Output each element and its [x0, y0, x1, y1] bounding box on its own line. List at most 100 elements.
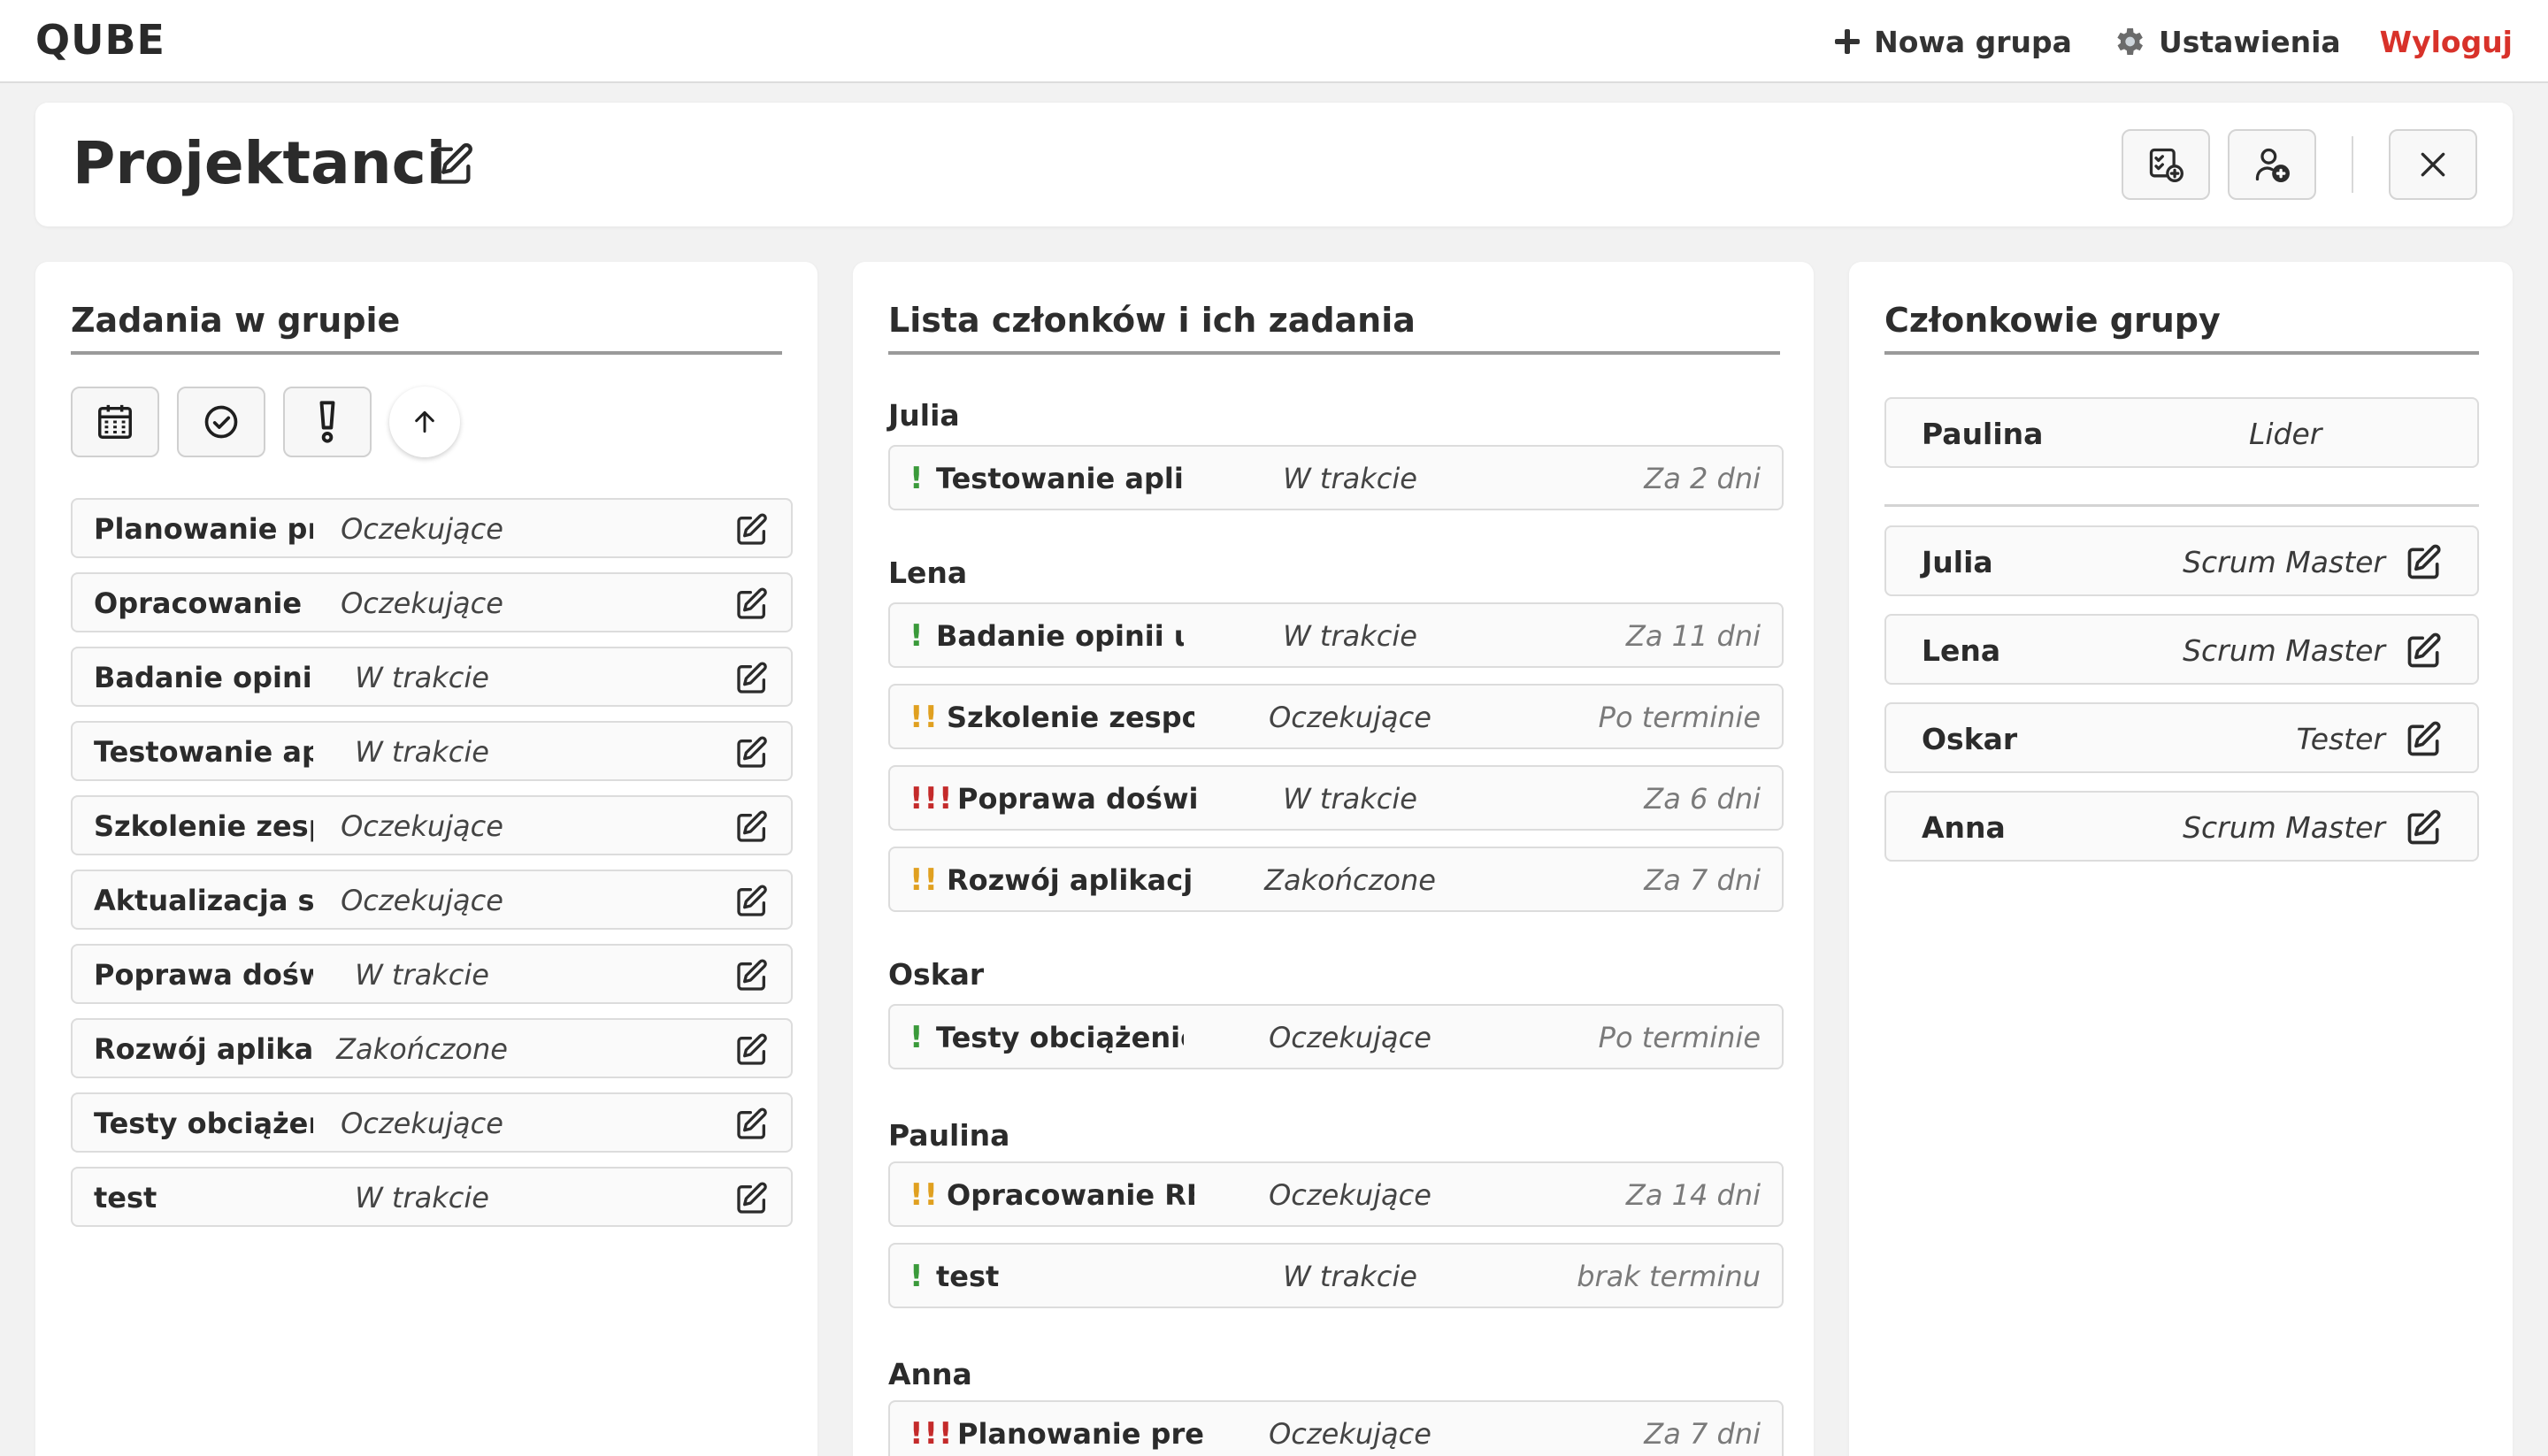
settings-button[interactable]: Ustawienia [2111, 24, 2341, 59]
tasks-panel-rule [71, 351, 782, 355]
priority-indicator: !! [909, 700, 940, 735]
edit-icon[interactable] [734, 735, 770, 770]
member-task-status: W trakcie [1283, 619, 1417, 653]
edit-icon[interactable] [734, 661, 770, 696]
member-tasks-panel-rule [888, 351, 1780, 355]
task-row[interactable]: Planowanie pr Oczekujące [71, 498, 793, 558]
task-status: Oczekujące [341, 512, 503, 546]
new-group-label: Nowa grupa [1874, 24, 2072, 59]
priority-indicator: ! [909, 618, 925, 654]
member-task-name: test [936, 1260, 1000, 1293]
member-name: Julia [888, 398, 960, 433]
group-member-role: Scrum Master [2183, 810, 2385, 845]
member-task-status: Oczekujące [1269, 701, 1431, 734]
member-task-row[interactable]: !!! Planowanie pre Oczekujące Za 7 dni [888, 1400, 1784, 1456]
leader-row[interactable]: Paulina Lider [1884, 397, 2479, 468]
member-name: Oskar [888, 957, 985, 992]
member-task-due: Za 2 dni [1644, 462, 1761, 495]
task-row[interactable]: test W trakcie [71, 1167, 793, 1227]
member-task-row[interactable]: !! Szkolenie zespoł Oczekujące Po terminie [888, 684, 1784, 749]
add-member-button[interactable] [2228, 129, 2316, 200]
member-task-row[interactable]: ! Badanie opinii uż W trakcie Za 11 dni [888, 602, 1784, 668]
edit-icon[interactable] [734, 586, 770, 622]
group-member-row[interactable]: Oskar Tester [1884, 702, 2479, 773]
tasks-panel-title: Zadania w grupie [71, 301, 401, 340]
edit-icon[interactable] [734, 1107, 770, 1142]
check-circle-icon [204, 405, 238, 439]
group-member-name: Anna [1922, 810, 2006, 845]
filter-date-button[interactable] [71, 387, 159, 457]
filter-priority-button[interactable] [283, 387, 372, 457]
group-member-row[interactable]: Julia Scrum Master [1884, 525, 2479, 596]
task-row[interactable]: Aktualizacja sy Oczekujące [71, 870, 793, 930]
task-row[interactable]: Szkolenie zesp Oczekujące [71, 795, 793, 855]
new-group-button[interactable]: Nowa grupa [1833, 25, 2072, 59]
group-member-row[interactable]: Lena Scrum Master [1884, 614, 2479, 685]
task-row[interactable]: Badanie opinii W trakcie [71, 647, 793, 707]
app-logo[interactable]: QUBE [35, 16, 165, 64]
task-name: Aktualizacja sy [94, 884, 313, 917]
leader-name: Paulina [1922, 417, 2044, 451]
member-task-row[interactable]: ! Testy obciążeniow Oczekujące Po terminie [888, 1004, 1784, 1069]
task-row[interactable]: Poprawa dośw W trakcie [71, 944, 793, 1004]
task-name: Testy obciążen [94, 1107, 313, 1140]
member-task-status: Oczekujące [1269, 1021, 1431, 1054]
priority-indicator: !! [909, 862, 940, 898]
task-status: W trakcie [355, 958, 489, 992]
member-task-status: W trakcie [1283, 1260, 1417, 1293]
member-task-due: Za 6 dni [1644, 782, 1761, 816]
edit-icon[interactable] [2405, 632, 2444, 671]
member-task-row[interactable]: !! Opracowanie RE Oczekujące Za 14 dni [888, 1161, 1784, 1227]
members-divider [1884, 504, 2479, 507]
group-header: Projektanci [35, 103, 2513, 226]
member-task-name: Badanie opinii uż [936, 619, 1184, 653]
task-status: W trakcie [355, 735, 489, 769]
member-task-row[interactable]: ! test W trakcie brak terminu [888, 1243, 1784, 1308]
task-status: Zakończone [336, 1032, 508, 1066]
member-task-row[interactable]: !! Rozwój aplikacji Zakończone Za 7 dni [888, 847, 1784, 912]
group-member-role: Tester [2296, 722, 2385, 756]
group-title: Projektanci [73, 129, 447, 197]
edit-icon[interactable] [734, 809, 770, 845]
logout-button[interactable]: Wyloguj [2380, 25, 2513, 59]
settings-label: Ustawienia [2158, 24, 2341, 59]
edit-icon[interactable] [430, 142, 476, 188]
member-task-due: Po terminie [1598, 1021, 1761, 1054]
edit-icon[interactable] [2405, 720, 2444, 759]
group-member-name: Oskar [1922, 722, 2018, 756]
edit-icon[interactable] [734, 884, 770, 919]
edit-icon[interactable] [2405, 808, 2444, 847]
task-status: Oczekujące [341, 586, 503, 620]
task-name: Poprawa dośw [94, 958, 313, 992]
member-task-name: Rozwój aplikacji [947, 863, 1194, 897]
member-task-name: Planowanie pre [957, 1417, 1204, 1451]
member-task-status: Zakończone [1264, 863, 1436, 897]
edit-icon[interactable] [734, 1032, 770, 1068]
member-task-status: W trakcie [1283, 462, 1417, 495]
add-task-button[interactable] [2122, 129, 2210, 200]
member-task-row[interactable]: ! Testowanie aplik W trakcie Za 2 dni [888, 445, 1784, 510]
task-row[interactable]: Testy obciążen Oczekujące [71, 1092, 793, 1153]
group-member-name: Julia [1922, 545, 1993, 579]
edit-icon[interactable] [734, 1181, 770, 1216]
group-member-row[interactable]: Anna Scrum Master [1884, 791, 2479, 862]
edit-icon[interactable] [2405, 543, 2444, 582]
group-members-panel-title: Członkowie grupy [1884, 301, 2221, 340]
task-row[interactable]: Opracowanie R Oczekujące [71, 572, 793, 632]
member-task-row[interactable]: !!! Poprawa doświ W trakcie Za 6 dni [888, 765, 1784, 831]
member-task-name: Testowanie aplik [936, 462, 1184, 495]
edit-icon[interactable] [734, 958, 770, 993]
member-task-name: Poprawa doświ [957, 782, 1199, 816]
close-icon [2421, 152, 2445, 177]
member-name: Paulina [888, 1118, 1010, 1153]
task-row[interactable]: Testowanie apl W trakcie [71, 721, 793, 781]
sort-button[interactable] [389, 387, 460, 457]
member-task-status: Oczekujące [1269, 1178, 1431, 1212]
close-button[interactable] [2389, 129, 2477, 200]
task-row[interactable]: Rozwój aplikac Zakończone [71, 1018, 793, 1078]
filter-status-button[interactable] [177, 387, 265, 457]
edit-icon[interactable] [734, 512, 770, 548]
task-status: W trakcie [355, 1181, 489, 1215]
priority-indicator: ! [909, 461, 925, 496]
member-tasks-panel-title: Lista członków i ich zadania [888, 301, 1416, 340]
